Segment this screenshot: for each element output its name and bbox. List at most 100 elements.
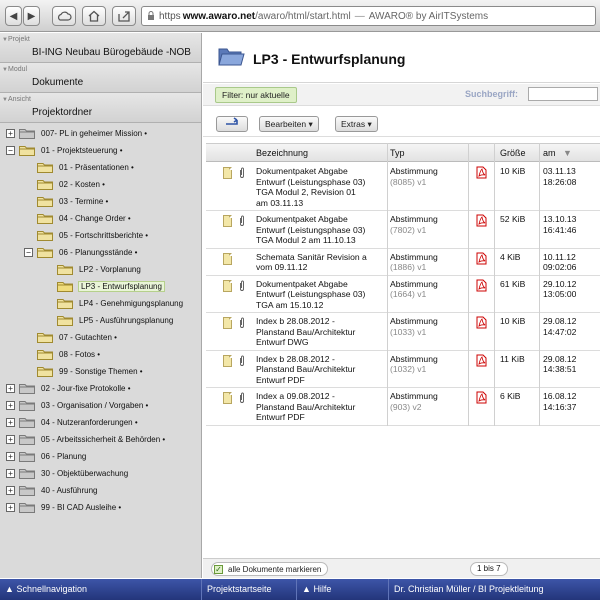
expand-icon[interactable]: +: [6, 469, 15, 478]
tree-item[interactable]: 07 - Gutachten •: [24, 329, 117, 346]
filter-current-button[interactable]: Filter: nur aktuelle: [215, 87, 297, 103]
tree-item[interactable]: +02 - Jour-fixe Protokolle •: [6, 380, 131, 397]
expand-icon[interactable]: +: [6, 452, 15, 461]
tree-item[interactable]: 05 - Fortschrittsberichte •: [24, 227, 148, 244]
pdf-icon[interactable]: [475, 252, 487, 267]
tree-item[interactable]: LP3 - Entwurfsplanung: [44, 278, 165, 295]
back-button[interactable]: ◀: [5, 6, 22, 26]
tree-item[interactable]: +04 - Nutzeranforderungen •: [6, 414, 138, 431]
forward-button[interactable]: ▶: [23, 6, 40, 26]
extras-menu-button[interactable]: Extras ▾: [335, 116, 378, 132]
document-size: 10 KiB: [500, 316, 526, 326]
expand-icon[interactable]: +: [6, 129, 15, 138]
user-info[interactable]: Dr. Christian Müller / BI Projektleitung: [389, 579, 600, 600]
document-name[interactable]: Index a 09.08.2012 - Planstand Bau/Archit…: [256, 391, 384, 423]
tree-item[interactable]: +05 - Arbeitssicherheit & Behörden •: [6, 431, 165, 448]
tree-item[interactable]: +99 - BI CAD Ausleihe •: [6, 499, 121, 516]
tree-item[interactable]: 03 - Termine •: [24, 193, 108, 210]
search-input[interactable]: [528, 87, 598, 101]
pdf-icon[interactable]: [475, 391, 487, 406]
expand-icon[interactable]: +: [6, 401, 15, 410]
tree-item[interactable]: +30 - Objektüberwachung: [6, 465, 128, 482]
edit-menu-button[interactable]: Bearbeiten ▾: [259, 116, 319, 132]
expand-icon[interactable]: +: [6, 418, 15, 427]
folder-icon: [57, 264, 73, 275]
pdf-icon[interactable]: [475, 166, 487, 181]
address-bar[interactable]: https www.awaro.net /awaro/html/start.ht…: [141, 6, 596, 26]
document-type: Abstimmung (7802) v1: [390, 214, 466, 235]
document-name[interactable]: Dokumentpaket Abgabe Entwurf (Leistungsph…: [256, 166, 384, 208]
type-label: Abstimmung: [390, 391, 438, 401]
icloud-button[interactable]: [52, 6, 76, 26]
version-label: (1033) v1: [390, 326, 427, 337]
tree-item[interactable]: +06 - Planung: [6, 448, 86, 465]
pdf-icon[interactable]: [475, 316, 487, 331]
tree-item[interactable]: 99 - Sonstige Themen •: [24, 363, 143, 380]
table-row[interactable]: Index b 28.08.2012 - Planstand Bau/Archit…: [206, 313, 600, 351]
tree-item[interactable]: LP2 - Vorplanung: [44, 261, 141, 278]
quicknav-button[interactable]: ▲ Schnellnavigation: [0, 579, 202, 600]
document-name[interactable]: Index b 28.08.2012 - Planstand Bau/Archit…: [256, 354, 384, 386]
table-row[interactable]: Index b 28.08.2012 - Planstand Bau/Archit…: [206, 351, 600, 388]
tree-item[interactable]: LP4 - Genehmigungsplanung: [44, 295, 183, 312]
folder-icon: [19, 128, 35, 139]
view-selector[interactable]: ▼ Ansicht Projektordner: [0, 93, 201, 123]
col-header-type[interactable]: Typ: [390, 148, 405, 158]
document-icon[interactable]: [223, 392, 232, 404]
document-icon[interactable]: [223, 215, 232, 227]
tree-item[interactable]: 01 - Präsentationen •: [24, 159, 134, 176]
module-selector[interactable]: ▼ Modul Dokumente: [0, 63, 201, 93]
help-button[interactable]: ▲ Hilfe: [297, 579, 389, 600]
project-home-link[interactable]: Projektstartseite: [202, 579, 297, 600]
table-row[interactable]: Dokumentpaket Abgabe Entwurf (Leistungsph…: [206, 211, 600, 249]
up-folder-button[interactable]: [216, 116, 248, 132]
tree-item[interactable]: 08 - Fotos •: [24, 346, 100, 363]
pdf-icon[interactable]: [475, 214, 487, 229]
tree-item[interactable]: 02 - Kosten •: [24, 176, 105, 193]
tree-item[interactable]: − 06 - Planungsstände •: [24, 244, 137, 261]
document-name-line: Index b 28.08.2012 -: [256, 316, 335, 326]
tree-item[interactable]: +007- PL in geheimer Mission •: [6, 125, 147, 142]
expand-icon[interactable]: +: [6, 503, 15, 512]
expand-icon[interactable]: +: [6, 486, 15, 495]
col-header-date[interactable]: am: [543, 148, 556, 158]
project-selector[interactable]: ▼ Projekt BI-ING Neubau Bürogebäude -NOB: [0, 33, 201, 63]
expand-icon[interactable]: +: [6, 435, 15, 444]
pdf-icon[interactable]: [475, 279, 487, 294]
table-row[interactable]: Dokumentpaket Abgabe Entwurf (Leistungsph…: [206, 276, 600, 313]
main-panel: LP3 - Entwurfsplanung Filter: nur aktuel…: [203, 33, 600, 578]
tree-item[interactable]: 04 - Change Order •: [24, 210, 131, 227]
table-row[interactable]: Index a 09.08.2012 - Planstand Bau/Archit…: [206, 388, 600, 426]
tree-item-label: 30 - Objektüberwachung: [41, 469, 129, 478]
document-icon[interactable]: [223, 354, 232, 367]
col-header-size[interactable]: Größe: [500, 148, 526, 158]
folder-icon: [19, 400, 35, 411]
mark-all-button[interactable]: ✓ alle Dokumente markieren: [211, 562, 329, 576]
document-icon[interactable]: [223, 167, 232, 179]
document-icon[interactable]: [223, 317, 232, 329]
expand-icon[interactable]: +: [6, 384, 15, 393]
tree-item[interactable]: LP5 - Ausführungsplanung: [44, 312, 173, 329]
tree-item[interactable]: − 01 - Projektsteuerung •: [6, 142, 123, 159]
tree-item-label: 007- PL in geheimer Mission •: [41, 129, 148, 138]
pdf-icon[interactable]: [475, 354, 487, 369]
document-name[interactable]: Schemata Sanitär Revision a vom 09.11.12: [256, 252, 384, 273]
col-header-name[interactable]: Bezeichnung: [256, 148, 308, 158]
tree-item[interactable]: +03 - Organisation / Vorgaben •: [6, 397, 148, 414]
date-label: 16.08.12: [543, 391, 577, 401]
table-row[interactable]: Dokumentpaket Abgabe Entwurf (Leistungsph…: [206, 163, 600, 211]
document-icon[interactable]: [223, 252, 232, 265]
tree-item[interactable]: +40 - Ausführung: [6, 482, 97, 499]
sort-desc-icon[interactable]: ▼: [563, 148, 572, 158]
document-name[interactable]: Dokumentpaket Abgabe Entwurf (Leistungsph…: [256, 214, 384, 246]
document-icon[interactable]: [223, 279, 232, 292]
collapse-icon[interactable]: −: [6, 146, 15, 155]
collapse-icon[interactable]: −: [24, 248, 33, 257]
document-name[interactable]: Dokumentpaket Abgabe Entwurf (Leistungsph…: [256, 279, 384, 311]
table-row[interactable]: Schemata Sanitär Revision a vom 09.11.12 A…: [206, 249, 600, 276]
document-name[interactable]: Index b 28.08.2012 - Planstand Bau/Archit…: [256, 316, 384, 348]
tree-item-label: 07 - Gutachten •: [59, 333, 117, 342]
share-button[interactable]: [112, 6, 136, 26]
document-name-line: Planstand Bau/Architektur: [256, 364, 356, 374]
home-button[interactable]: [82, 6, 106, 26]
